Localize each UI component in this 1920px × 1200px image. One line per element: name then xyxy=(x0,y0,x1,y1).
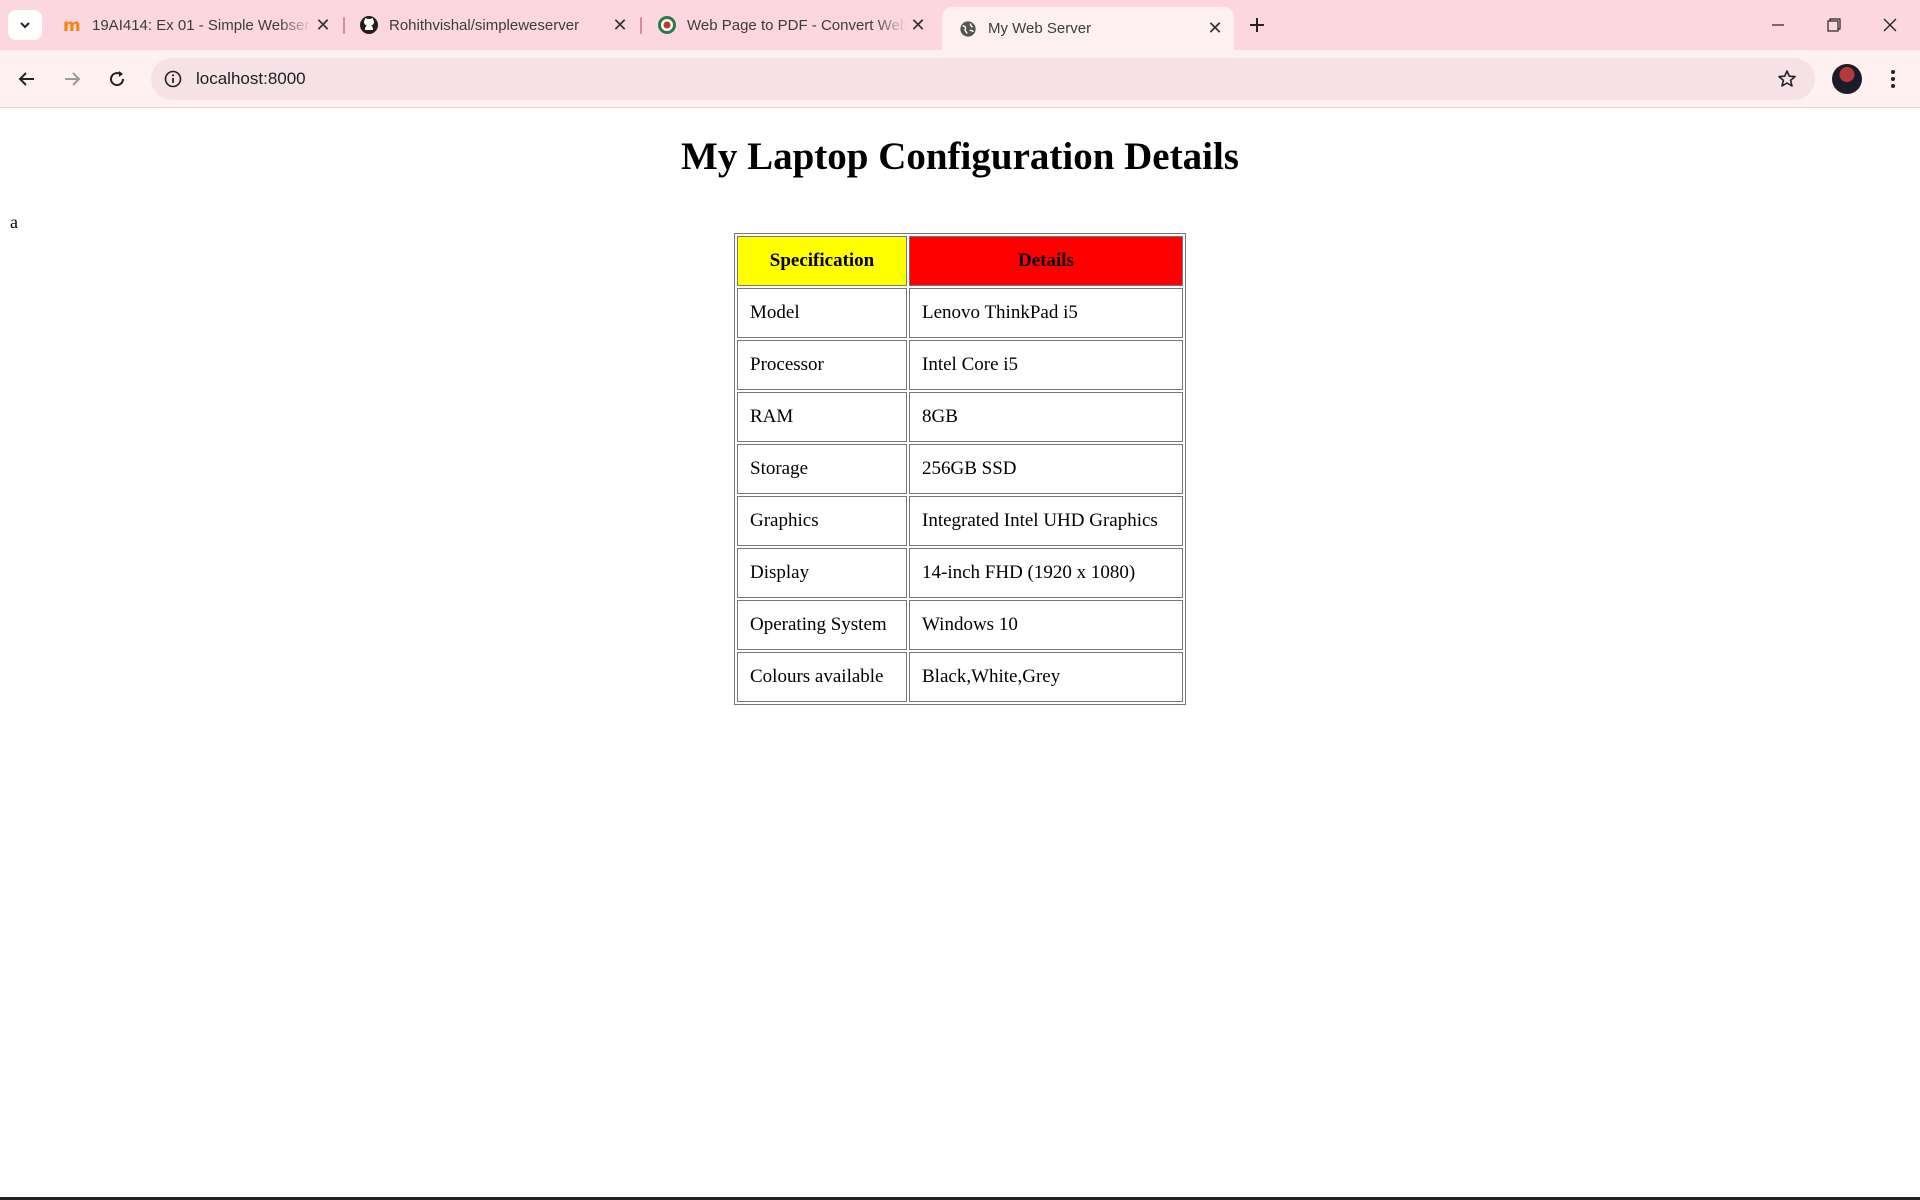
spec-label: Processor xyxy=(737,340,907,390)
svg-text:m: m xyxy=(63,16,81,35)
tab-my-web-server[interactable]: My Web Server ✕ xyxy=(942,7,1234,50)
tab-pdf-converter[interactable]: Web Page to PDF - Convert Web ✕ xyxy=(641,7,937,43)
close-window-button[interactable] xyxy=(1862,0,1918,50)
browser-menu-button[interactable] xyxy=(1878,63,1908,95)
spec-table: Specification Details Model Lenovo ThinkP… xyxy=(734,233,1186,705)
spec-value: 256GB SSD xyxy=(909,444,1183,494)
new-tab-button[interactable] xyxy=(1243,11,1271,39)
spec-label: Display xyxy=(737,548,907,598)
spec-value: 8GB xyxy=(909,392,1183,442)
plus-icon xyxy=(1250,18,1264,32)
restore-button[interactable] xyxy=(1806,0,1862,50)
browser-toolbar: localhost:8000 xyxy=(0,50,1920,108)
spec-label: Colours available xyxy=(737,652,907,702)
spec-value: 14-inch FHD (1920 x 1080) xyxy=(909,548,1183,598)
tab-title: Rohithvishal/simpleweserver xyxy=(389,16,580,34)
url-text[interactable]: localhost:8000 xyxy=(196,69,306,89)
table-row: Processor Intel Core i5 xyxy=(737,340,1183,390)
header-details: Details xyxy=(909,236,1183,286)
table-header-row: Specification Details xyxy=(737,236,1183,286)
tab-search-button[interactable] xyxy=(8,10,42,40)
chevron-down-icon xyxy=(20,22,30,29)
tab-github[interactable]: Rohithvishal/simpleweserver ✕ xyxy=(343,7,639,43)
arrow-left-icon xyxy=(18,72,34,86)
spec-value: Intel Core i5 xyxy=(909,340,1183,390)
table-row: Graphics Integrated Intel UHD Graphics xyxy=(737,496,1183,546)
spec-label: Model xyxy=(737,288,907,338)
table-row: Operating System Windows 10 xyxy=(737,600,1183,650)
reload-icon xyxy=(110,71,125,87)
web-page: My Laptop Configuration Details a Specif… xyxy=(0,109,1920,1199)
minimize-button[interactable] xyxy=(1750,0,1806,50)
reload-button[interactable] xyxy=(101,63,133,95)
address-bar[interactable]: localhost:8000 xyxy=(151,58,1815,100)
spec-label: RAM xyxy=(737,392,907,442)
minimize-icon xyxy=(1772,24,1784,26)
pdf-converter-icon xyxy=(657,15,677,35)
header-specification: Specification xyxy=(737,236,907,286)
table-row: Display 14-inch FHD (1920 x 1080) xyxy=(737,548,1183,598)
spec-value: Integrated Intel UHD Graphics xyxy=(909,496,1183,546)
table-row: Model Lenovo ThinkPad i5 xyxy=(737,288,1183,338)
globe-icon xyxy=(958,19,978,39)
spec-value: Windows 10 xyxy=(909,600,1183,650)
spec-value: Black,White,Grey xyxy=(909,652,1183,702)
tab-title: Web Page to PDF - Convert Web xyxy=(687,16,907,34)
close-tab-icon[interactable]: ✕ xyxy=(1204,18,1226,40)
restore-icon xyxy=(1827,18,1841,32)
tab-moodle[interactable]: m 19AI414: Ex 01 - Simple Webser ✕ xyxy=(46,7,342,43)
tab-title: My Web Server xyxy=(988,20,1092,37)
site-info-icon[interactable] xyxy=(161,67,185,91)
spec-value: Lenovo ThinkPad i5 xyxy=(909,288,1183,338)
close-tab-icon[interactable]: ✕ xyxy=(312,14,334,36)
close-icon xyxy=(1883,18,1897,32)
spec-label: Storage xyxy=(737,444,907,494)
table-row: Colours available Black,White,Grey xyxy=(737,652,1183,702)
profile-avatar[interactable] xyxy=(1832,64,1862,94)
arrow-right-icon xyxy=(65,72,81,86)
tab-title: 19AI414: Ex 01 - Simple Webser xyxy=(92,16,310,34)
more-vertical-icon xyxy=(1891,70,1895,88)
close-tab-icon[interactable]: ✕ xyxy=(609,14,631,36)
spec-label: Graphics xyxy=(737,496,907,546)
table-row: RAM 8GB xyxy=(737,392,1183,442)
github-icon xyxy=(359,15,379,35)
table-row: Storage 256GB SSD xyxy=(737,444,1183,494)
forward-button[interactable] xyxy=(56,63,88,95)
moodle-icon: m xyxy=(62,15,82,35)
stray-text: a xyxy=(10,212,18,232)
bookmark-star-icon[interactable] xyxy=(1775,67,1799,91)
tab-strip: m 19AI414: Ex 01 - Simple Webser ✕ Rohit… xyxy=(0,0,1920,50)
close-tab-icon[interactable]: ✕ xyxy=(907,14,929,36)
page-title: My Laptop Configuration Details xyxy=(681,135,1239,178)
back-button[interactable] xyxy=(11,63,43,95)
spec-label: Operating System xyxy=(737,600,907,650)
